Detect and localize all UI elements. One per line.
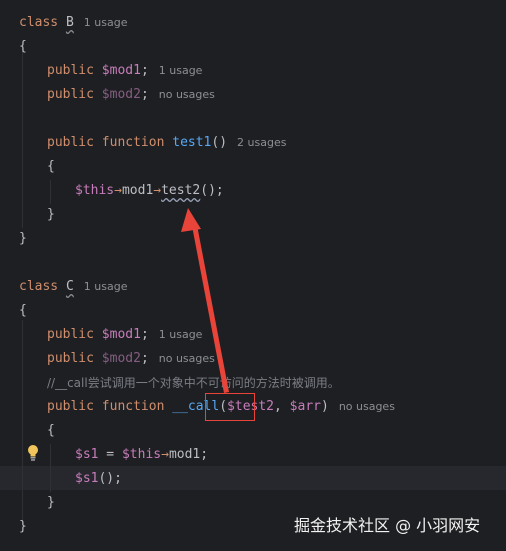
usage-hint[interactable]: 1 usage: [84, 16, 128, 29]
brace: }: [19, 519, 27, 534]
property-access[interactable]: mod1: [169, 447, 200, 462]
usage-hint[interactable]: 2 usages: [237, 136, 286, 149]
this-variable[interactable]: $this: [122, 447, 161, 462]
property-name[interactable]: $mod2: [102, 351, 141, 366]
code-line[interactable]: //__call尝试调用一个对象中不可访问的方法时被调用。: [0, 372, 506, 394]
method-name[interactable]: test1: [172, 135, 211, 150]
class-name[interactable]: B: [66, 15, 74, 30]
local-variable[interactable]: $s1: [75, 447, 98, 462]
semicolon: ;: [140, 327, 149, 342]
code-line[interactable]: public $mod1; 1 usage: [0, 324, 506, 346]
arrow-operator: →: [153, 183, 162, 198]
code-line[interactable]: {: [0, 420, 506, 442]
brace: {: [47, 423, 55, 438]
class-name[interactable]: C: [66, 279, 74, 294]
keyword: public: [47, 399, 94, 414]
keyword: function: [101, 135, 165, 150]
code-line[interactable]: class C 1 usage: [0, 276, 506, 298]
code-line[interactable]: $s1();: [0, 468, 506, 490]
semicolon: ;: [140, 63, 149, 78]
code-line[interactable]: {: [0, 300, 506, 322]
arrow-operator: →: [114, 183, 122, 198]
call-tail: ();: [200, 183, 224, 198]
keyword: public: [47, 351, 94, 366]
semicolon: ;: [140, 351, 149, 366]
local-variable[interactable]: $s1: [75, 471, 98, 486]
parens: (): [211, 135, 228, 150]
keyword: public: [47, 135, 94, 150]
brace: {: [47, 159, 55, 174]
this-variable[interactable]: $this: [75, 183, 114, 198]
usage-hint[interactable]: no usages: [159, 352, 215, 365]
keyword: class: [19, 279, 59, 294]
code-line[interactable]: $this→mod1→test2();: [0, 180, 506, 202]
brace: }: [47, 207, 55, 222]
code-line[interactable]: }: [0, 492, 506, 514]
lightbulb-icon[interactable]: [26, 444, 40, 462]
keyword: class: [19, 15, 59, 30]
code-line[interactable]: }: [0, 204, 506, 226]
comma: ,: [274, 399, 282, 414]
semicolon: ;: [140, 87, 149, 102]
usage-hint[interactable]: 1 usage: [84, 280, 128, 293]
highlight-box: [205, 393, 255, 421]
semicolon: ;: [200, 447, 209, 462]
usage-hint[interactable]: 1 usage: [159, 64, 203, 77]
keyword: public: [47, 327, 94, 342]
property-name[interactable]: $mod1: [102, 327, 141, 342]
usage-hint[interactable]: no usages: [159, 88, 215, 101]
code-line[interactable]: $s1 = $this→mod1;: [0, 444, 506, 466]
watermark: 掘金技术社区 @ 小羽网安: [294, 516, 481, 535]
code-line[interactable]: {: [0, 156, 506, 178]
parameter[interactable]: $arr: [290, 399, 321, 414]
code-comment: //__call尝试调用一个对象中不可访问的方法时被调用。: [47, 376, 340, 390]
code-line[interactable]: }: [0, 228, 506, 250]
code-line[interactable]: public $mod2; no usages: [0, 84, 506, 106]
property-access[interactable]: mod1: [122, 183, 153, 198]
keyword: function: [101, 399, 165, 414]
usage-hint[interactable]: no usages: [339, 400, 395, 413]
paren: ): [320, 399, 329, 414]
property-name[interactable]: $mod2: [102, 87, 141, 102]
code-line[interactable]: class B 1 usage: [0, 12, 506, 34]
property-name[interactable]: $mod1: [102, 63, 141, 78]
assign-operator: =: [98, 447, 122, 462]
brace: }: [19, 231, 27, 246]
arrow-operator: →: [161, 447, 169, 462]
usage-hint[interactable]: 1 usage: [159, 328, 203, 341]
brace: }: [47, 495, 55, 510]
keyword: public: [47, 87, 94, 102]
brace: {: [19, 39, 27, 54]
call-tail: ();: [98, 471, 122, 486]
brace: {: [19, 303, 27, 318]
code-line[interactable]: public $mod2; no usages: [0, 348, 506, 370]
method-call[interactable]: test2: [161, 183, 200, 198]
code-line[interactable]: public $mod1; 1 usage: [0, 60, 506, 82]
code-line[interactable]: public function test1() 2 usages: [0, 132, 506, 154]
code-line[interactable]: {: [0, 36, 506, 58]
keyword: public: [47, 63, 94, 78]
